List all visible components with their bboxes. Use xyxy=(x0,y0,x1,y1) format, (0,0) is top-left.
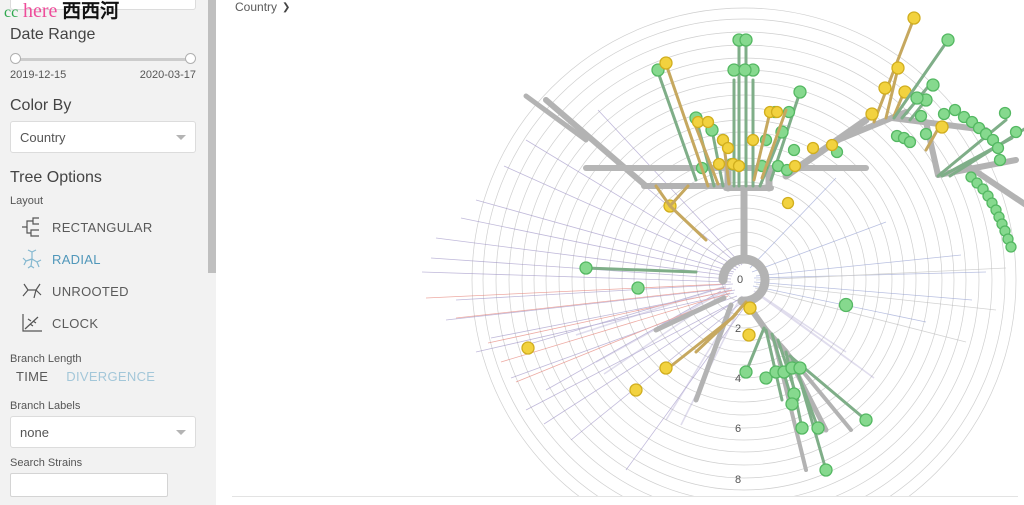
sidebar-scrollbar-track[interactable] xyxy=(208,0,216,505)
radial-phylogenetic-tree[interactable]: 0 2 4 6 8 xyxy=(226,0,1024,505)
layout-option-unrooted-label: UNROOTED xyxy=(52,283,129,299)
layout-option-unrooted[interactable]: UNROOTED xyxy=(10,275,198,307)
tree-options-heading: Tree Options xyxy=(10,169,102,186)
date-range-end-label: 2020-03-17 xyxy=(139,69,196,81)
branch-labels-label: Branch Labels xyxy=(10,400,81,412)
axis-tick-4: 4 xyxy=(735,373,741,385)
color-by-select-value: Country xyxy=(20,129,66,145)
branch-length-label: Branch Length xyxy=(10,353,82,365)
nextstrain-app: ncov Date Range 2019-12-15 2020-03-17 Co… xyxy=(0,0,1024,505)
controls-sidebar-content: ncov Date Range 2019-12-15 2020-03-17 Co… xyxy=(0,0,208,497)
rectangular-tree-icon xyxy=(20,217,44,237)
tree-panel: Country ❯ 0 2 4 6 8 xyxy=(226,0,1024,505)
chevron-down-icon xyxy=(176,429,186,435)
axis-tick-2: 2 xyxy=(735,323,741,335)
axis-tick-6: 6 xyxy=(735,423,741,435)
watermark-cc: cc xyxy=(4,4,19,21)
axis-tick-0: 0 xyxy=(737,274,743,286)
controls-sidebar: ncov Date Range 2019-12-15 2020-03-17 Co… xyxy=(0,0,216,505)
layout-option-radial[interactable]: RADIAL xyxy=(10,243,198,275)
color-by-select[interactable]: Country xyxy=(10,121,196,153)
branch-labels-select[interactable]: none xyxy=(10,416,196,448)
radial-tree-icon xyxy=(20,249,44,269)
layout-option-clock[interactable]: CLOCK xyxy=(10,307,198,339)
layout-option-radial-label: RADIAL xyxy=(52,251,101,267)
date-range-labels: 2019-12-15 2020-03-17 xyxy=(10,69,196,81)
branch-length-option-divergence[interactable]: DIVERGENCE xyxy=(66,369,155,384)
search-strains-label: Search Strains xyxy=(10,457,83,469)
chevron-down-icon xyxy=(176,134,186,140)
watermark: cc here 西西河 xyxy=(4,0,119,24)
sidebar-scrollbar-thumb[interactable] xyxy=(208,0,216,273)
branch-length-option-time[interactable]: TIME xyxy=(16,369,48,384)
unrooted-tree-icon xyxy=(20,281,44,301)
layout-option-rectangular-label: RECTANGULAR xyxy=(52,219,153,235)
layout-option-clock-label: CLOCK xyxy=(52,315,99,331)
tree-panel-divider xyxy=(232,496,1018,497)
watermark-cn: 西西河 xyxy=(62,0,120,22)
clock-tree-icon xyxy=(20,313,44,333)
layout-option-rectangular[interactable]: RECTANGULAR xyxy=(10,211,198,243)
date-range-start-label: 2019-12-15 xyxy=(10,69,67,81)
date-range-slider[interactable] xyxy=(10,50,196,68)
watermark-here: here xyxy=(22,0,58,22)
branch-length-options: TIME DIVERGENCE xyxy=(10,369,198,384)
search-strains-input[interactable] xyxy=(10,473,168,497)
branch-labels-select-value: none xyxy=(20,424,49,440)
date-range-slider-start-handle[interactable] xyxy=(10,53,21,64)
date-range-slider-track xyxy=(16,58,190,61)
date-range-slider-end-handle[interactable] xyxy=(185,53,196,64)
layout-label: Layout xyxy=(10,195,44,207)
axis-tick-8: 8 xyxy=(735,474,741,486)
color-by-heading: Color By xyxy=(10,97,72,114)
date-range-heading: Date Range xyxy=(10,26,96,43)
